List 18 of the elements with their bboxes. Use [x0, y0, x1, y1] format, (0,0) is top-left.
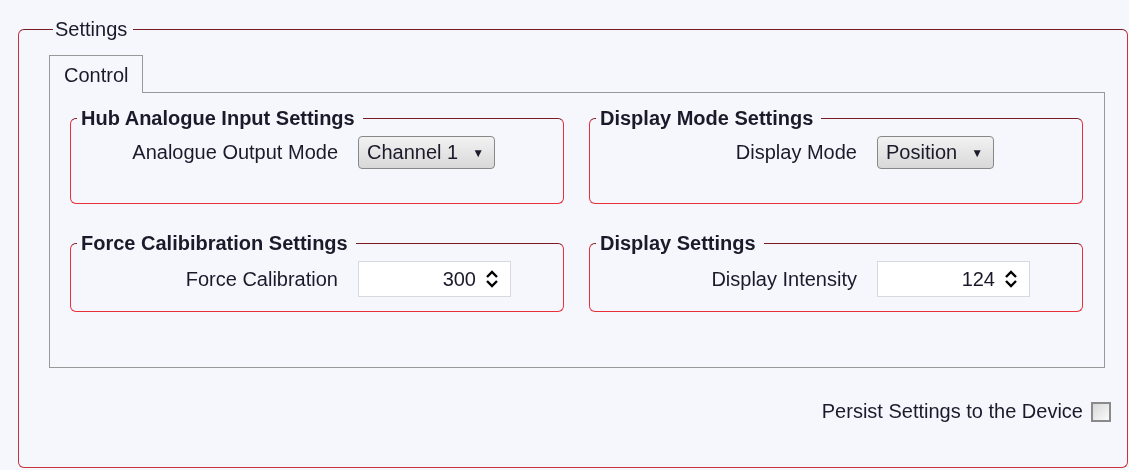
group-title: Hub Analogue Input Settings	[80, 107, 356, 130]
number-spinner[interactable]: 124	[877, 261, 1030, 297]
up-down-arrows-icon[interactable]	[1005, 269, 1017, 289]
up-down-arrows-icon[interactable]	[486, 269, 498, 289]
checkbox-label: Persist Settings to the Device	[821, 400, 1083, 423]
field-label: Analogue Output Mode	[131, 141, 338, 164]
group-title: Force Calibibration Settings	[80, 232, 349, 255]
tab[interactable]: Control	[49, 55, 144, 93]
checkbox[interactable]	[1091, 401, 1111, 422]
number-spinner[interactable]: 300	[358, 261, 511, 297]
group-title: Settings	[54, 18, 129, 41]
dropdown[interactable]: Channel 1 ▼	[358, 136, 496, 169]
field-label: Force Calibration	[184, 267, 338, 291]
group-title: Display Settings	[599, 232, 757, 255]
dropdown[interactable]: Position ▼	[877, 136, 995, 169]
field-label: Display Mode	[734, 141, 857, 164]
field-label: Display Intensity	[710, 267, 857, 291]
group-title: Display Mode Settings	[599, 107, 815, 130]
